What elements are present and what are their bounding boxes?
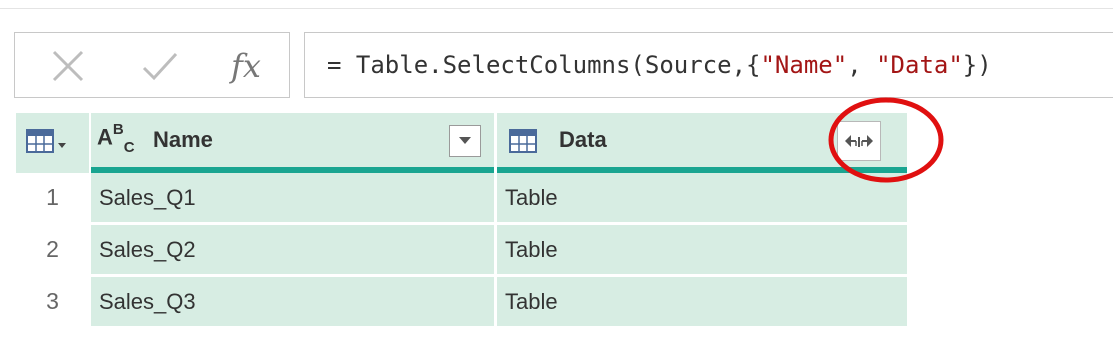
cell-data[interactable]: Table (497, 173, 907, 222)
cancel-formula-button[interactable] (43, 41, 93, 91)
abc-text-type-icon[interactable]: ABC (97, 121, 135, 156)
column-header-data[interactable]: Data (497, 113, 907, 173)
row-index[interactable]: 1 (16, 173, 89, 222)
expand-arrows-icon (845, 135, 873, 147)
cell-name[interactable]: Sales_Q2 (91, 225, 494, 274)
table-type-icon[interactable] (509, 129, 539, 155)
column-title-data: Data (559, 127, 607, 152)
formula-bar-controls: fx (14, 32, 290, 98)
formula-input[interactable]: = Table.SelectColumns(Source,{"Name", "D… (304, 32, 1113, 98)
formula-separator: , (847, 51, 877, 79)
column-filter-dropdown-button[interactable] (449, 125, 481, 157)
cell-name[interactable]: Sales_Q1 (91, 173, 494, 222)
table-row: 2 Sales_Q2 Table (16, 225, 907, 275)
row-index[interactable]: 2 (16, 225, 89, 274)
top-divider (0, 0, 1113, 9)
row-index[interactable]: 3 (16, 277, 89, 326)
cell-name[interactable]: Sales_Q3 (91, 277, 494, 326)
table-row: 3 Sales_Q3 Table (16, 277, 907, 327)
expand-column-button[interactable] (837, 121, 881, 161)
table-menu-icon (26, 129, 66, 153)
formula-prefix: = Table.SelectColumns(Source,{ (327, 51, 761, 79)
cell-data[interactable]: Table (497, 225, 907, 274)
formula-string-data: "Data" (876, 51, 963, 79)
fx-label: fx (231, 47, 261, 85)
table-menu-button[interactable] (16, 113, 89, 173)
formula-string-name: "Name" (760, 51, 848, 79)
x-icon (52, 50, 84, 82)
table-row: 1 Sales_Q1 Table (16, 173, 907, 223)
column-header-name[interactable]: ABC Name (91, 113, 494, 173)
formula-suffix: }) (962, 51, 992, 79)
cell-data[interactable]: Table (497, 277, 907, 326)
column-title-name: Name (153, 127, 213, 152)
check-icon (142, 52, 178, 81)
chevron-down-icon (459, 137, 471, 144)
insert-function-button[interactable]: fx (221, 41, 271, 91)
commit-formula-button[interactable] (135, 41, 185, 91)
